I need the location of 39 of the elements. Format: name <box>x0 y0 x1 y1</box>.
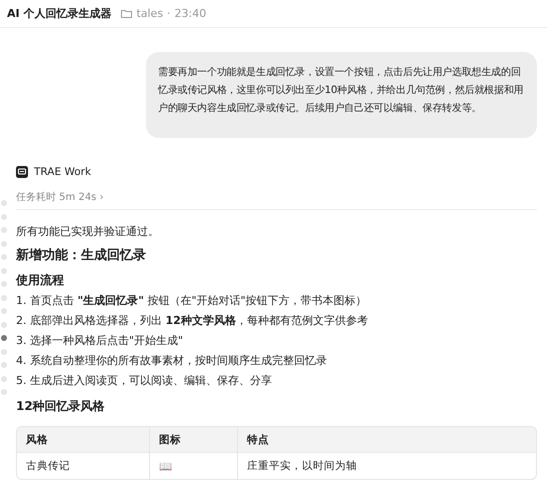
subsection-heading: 12种回忆录风格 <box>16 398 106 414</box>
step-text: 1. 首页点击 "生成回忆录" 按钮（在"开始对话"按钮下方，带书本图标） <box>16 294 368 308</box>
timeline-dot[interactable] <box>1 281 7 287</box>
timeline-dot[interactable] <box>1 308 7 314</box>
step-text: 2. 底部弹出风格选择器，列出 12种文学风格，每种都有范例文字供参考 <box>16 314 369 328</box>
timeline-dot[interactable] <box>1 389 7 395</box>
column-header: 风格 <box>17 427 150 452</box>
timeline-dot[interactable] <box>1 240 7 246</box>
subsection-heading: 使用流程 <box>16 272 65 288</box>
step-text: 4. 系统自动整理你的所有故事素材，按时间顺序生成完整回忆录 <box>16 354 328 368</box>
summary-text: 所有功能已实现并验证通过。 <box>16 225 160 239</box>
timeline-dot[interactable] <box>1 214 7 220</box>
table-cell-text: 庄重平实，以时间为轴 <box>246 459 358 474</box>
timestamp: 23:40 <box>174 7 206 20</box>
timeline-dot[interactable] <box>1 362 7 368</box>
timeline-dot[interactable] <box>1 268 7 274</box>
timeline-dot[interactable] <box>1 348 7 354</box>
separator-dot: · <box>167 7 171 20</box>
folder-name: tales <box>136 7 164 20</box>
timeline-dot[interactable] <box>1 227 7 233</box>
step-text: 3. 选择一种风格后点击"开始生成" <box>16 334 184 348</box>
agent-logo-icon <box>16 166 28 178</box>
timeline-dot[interactable] <box>1 294 7 300</box>
timeline-dot[interactable] <box>1 376 7 382</box>
timeline-dot[interactable] <box>1 322 7 328</box>
column-header: 特点 <box>246 432 270 448</box>
window-title: AI 个人回忆录生成器 <box>7 6 112 21</box>
user-message: 需要再加一个功能就是生成回忆录，设置一个按钮，点击后先让用户选取想生成的回忆录或传记风格，这里你可以列出至少10种风格，并给出几句范例，然后就根据和用户的聊天内容生成回忆录或传记。后续用户自己还可以编辑、保存转发等。 <box>146 52 537 138</box>
table-cell: 古典传记 <box>17 453 150 479</box>
agent-name: TRAE Work <box>34 166 92 178</box>
folder-icon <box>121 9 132 18</box>
column-header: 图标 <box>150 427 238 452</box>
table-cell: 📖 <box>150 453 238 479</box>
timeline-dot[interactable] <box>1 335 7 341</box>
task-duration-link[interactable]: 任务耗时 5m 24s › <box>16 190 104 204</box>
section-heading: 新增功能：生成回忆录 <box>16 247 147 265</box>
step-text: 5. 生成后进入阅读页，可以阅读、编辑、保存、分享 <box>16 374 273 388</box>
timeline-dot[interactable] <box>1 200 7 206</box>
timeline-dot[interactable] <box>1 254 7 260</box>
